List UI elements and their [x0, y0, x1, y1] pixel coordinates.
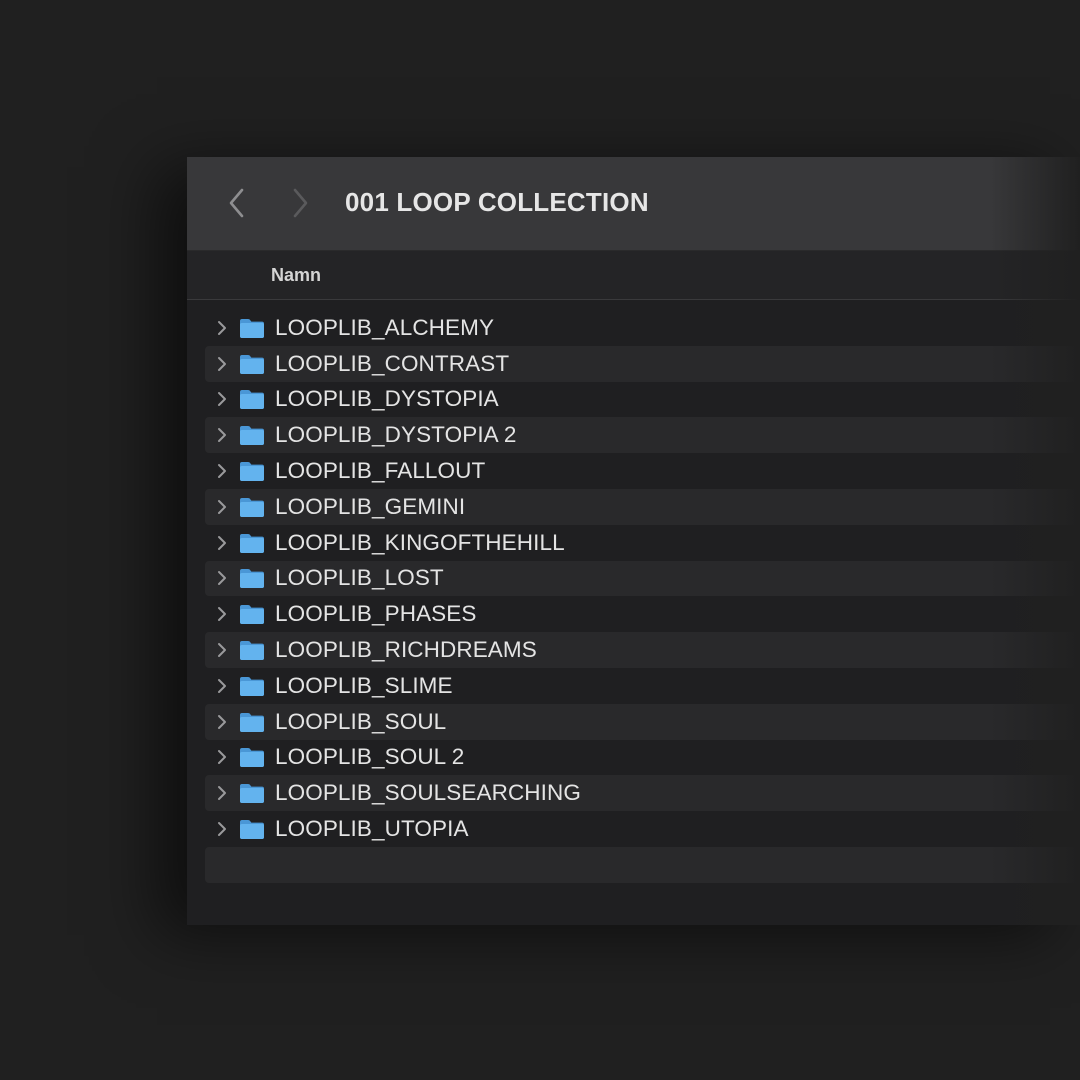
folder-icon: [239, 496, 265, 518]
list-item[interactable]: LOOPLIB_SOUL: [205, 703, 1080, 740]
list-item[interactable]: LOOPLIB_PHASES: [205, 596, 1080, 632]
folder-name: LOOPLIB_KINGOFTHEHILL: [275, 529, 565, 555]
folder-icon: [239, 353, 265, 375]
folder-name: LOOPLIB_PHASES: [275, 601, 477, 627]
disclosure-chevron-icon[interactable]: [205, 561, 239, 597]
folder-icon: [239, 317, 265, 339]
disclosure-chevron-icon[interactable]: [205, 632, 239, 668]
folder-name: LOOPLIB_ALCHEMY: [275, 314, 495, 340]
list-item[interactable]: LOOPLIB_SLIME: [205, 668, 1080, 704]
folder-icon: [239, 532, 265, 554]
disclosure-chevron-icon[interactable]: [205, 382, 239, 418]
window-title: 001 LOOP COLLECTION: [345, 187, 649, 217]
column-header[interactable]: Namn: [187, 251, 1080, 300]
desktop-background: 001 LOOP COLLECTION Namn LOOPLIB_ALCHEMY…: [0, 0, 1080, 1080]
list-item[interactable]: LOOPLIB_RICHDREAMS: [205, 632, 1080, 668]
folder-icon: [239, 567, 265, 589]
folder-icon: [239, 675, 265, 697]
folder-name: LOOPLIB_LOST: [275, 565, 444, 591]
list-item[interactable]: LOOPLIB_SOULSEARCHING: [205, 775, 1080, 812]
folder-icon: [239, 460, 265, 482]
chevron-right-icon: [293, 188, 308, 218]
disclosure-chevron-icon[interactable]: [205, 346, 239, 382]
disclosure-chevron-icon[interactable]: [205, 704, 239, 740]
disclosure-chevron-icon[interactable]: [205, 740, 239, 776]
list-item[interactable]: LOOPLIB_DYSTOPIA: [205, 382, 1080, 418]
folder-name: LOOPLIB_SLIME: [275, 672, 453, 698]
folder-name: LOOPLIB_FALLOUT: [275, 458, 486, 484]
disclosure-chevron-icon[interactable]: [205, 417, 239, 453]
folder-icon: [239, 711, 265, 733]
list-item[interactable]: LOOPLIB_KINGOFTHEHILL: [205, 525, 1080, 561]
chevron-left-icon: [229, 188, 244, 218]
list-item[interactable]: LOOPLIB_CONTRAST: [205, 345, 1080, 382]
list-item[interactable]: LOOPLIB_ALCHEMY: [205, 310, 1080, 346]
folder-name: LOOPLIB_CONTRAST: [275, 350, 510, 376]
forward-button[interactable]: [285, 185, 315, 221]
folder-icon: [239, 746, 265, 768]
folder-name: LOOPLIB_DYSTOPIA: [275, 386, 499, 412]
back-button[interactable]: [222, 185, 252, 221]
disclosure-chevron-icon[interactable]: [205, 811, 239, 847]
empty-row: [205, 846, 1080, 883]
folder-name: LOOPLIB_DYSTOPIA 2: [275, 422, 517, 448]
finder-window: 001 LOOP COLLECTION Namn LOOPLIB_ALCHEMY…: [187, 157, 1080, 925]
list-item[interactable]: LOOPLIB_UTOPIA: [205, 811, 1080, 847]
folder-name: LOOPLIB_SOUL: [275, 708, 447, 734]
folder-name: LOOPLIB_SOULSEARCHING: [275, 780, 581, 806]
window-toolbar: 001 LOOP COLLECTION: [187, 157, 1080, 251]
disclosure-chevron-icon[interactable]: [205, 668, 239, 704]
disclosure-chevron-icon[interactable]: [205, 596, 239, 632]
folder-icon: [239, 639, 265, 661]
list-item[interactable]: LOOPLIB_DYSTOPIA 2: [205, 417, 1080, 454]
folder-icon: [239, 388, 265, 410]
folder-icon: [239, 424, 265, 446]
list-item[interactable]: LOOPLIB_LOST: [205, 560, 1080, 597]
disclosure-chevron-icon[interactable]: [205, 489, 239, 525]
folder-name: LOOPLIB_SOUL 2: [275, 744, 465, 770]
folder-name: LOOPLIB_UTOPIA: [275, 816, 469, 842]
disclosure-chevron-icon[interactable]: [205, 775, 239, 811]
column-header-name[interactable]: Namn: [271, 265, 321, 286]
disclosure-chevron-icon[interactable]: [205, 525, 239, 561]
folder-icon: [239, 603, 265, 625]
disclosure-chevron-icon[interactable]: [205, 310, 239, 346]
folder-icon: [239, 818, 265, 840]
folder-name: LOOPLIB_RICHDREAMS: [275, 637, 537, 663]
list-item[interactable]: LOOPLIB_GEMINI: [205, 488, 1080, 525]
folder-name: LOOPLIB_GEMINI: [275, 493, 466, 519]
list-item[interactable]: LOOPLIB_SOUL 2: [205, 740, 1080, 776]
folder-list: LOOPLIB_ALCHEMY LOOPLIB_CONTRAST LOOPLIB_D…: [205, 310, 1080, 883]
disclosure-chevron-icon[interactable]: [205, 453, 239, 489]
folder-icon: [239, 782, 265, 804]
list-item[interactable]: LOOPLIB_FALLOUT: [205, 453, 1080, 489]
